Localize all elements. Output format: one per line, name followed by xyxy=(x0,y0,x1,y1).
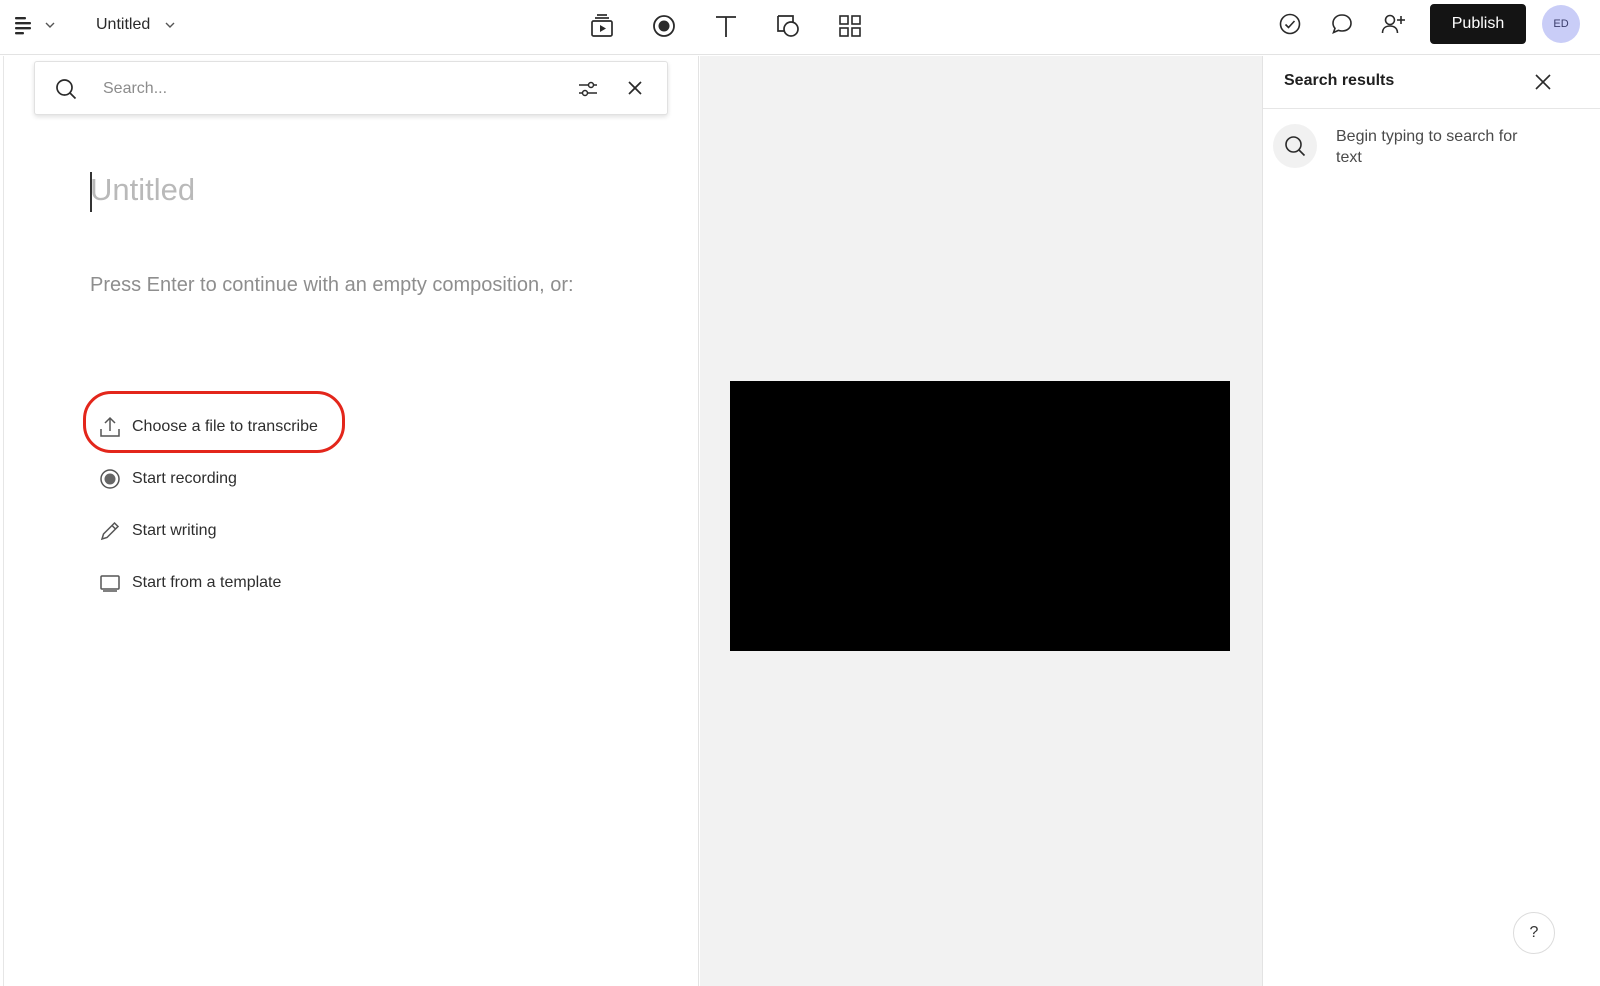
record-icon xyxy=(651,13,677,39)
search-bar xyxy=(34,61,668,115)
text-caret xyxy=(90,172,92,212)
option-label: Start recording xyxy=(132,470,237,487)
filter-button[interactable] xyxy=(577,78,599,100)
start-recording-option[interactable]: Start recording xyxy=(98,453,318,505)
text-button[interactable] xyxy=(710,10,742,42)
close-panel-button[interactable] xyxy=(1533,72,1553,92)
search-results-header: Search results xyxy=(1263,56,1600,109)
add-user-icon xyxy=(1381,12,1407,36)
pencil-icon xyxy=(98,519,122,543)
close-search-button[interactable] xyxy=(625,78,645,98)
doc-title-button[interactable]: Untitled xyxy=(96,12,176,38)
comment-icon xyxy=(1330,12,1354,36)
avatar[interactable]: ED xyxy=(1542,5,1580,43)
check-circle-icon xyxy=(1278,12,1302,36)
choose-file-option[interactable]: Choose a file to transcribe xyxy=(98,401,318,453)
record-icon xyxy=(98,467,122,491)
search-input[interactable] xyxy=(103,75,563,103)
close-icon xyxy=(1535,74,1551,90)
text-icon xyxy=(713,13,739,39)
search-results-title: Search results xyxy=(1284,72,1395,89)
comments-button[interactable] xyxy=(1326,8,1358,40)
empty-composition-hint: Press Enter to continue with an empty co… xyxy=(90,274,574,296)
grid-icon xyxy=(838,14,862,38)
help-button[interactable]: ? xyxy=(1513,912,1555,954)
scenes-button[interactable] xyxy=(586,10,618,42)
option-label: Choose a file to transcribe xyxy=(132,418,318,435)
template-icon xyxy=(98,571,122,595)
sliders-icon xyxy=(579,81,597,97)
search-icon xyxy=(55,78,77,100)
doc-heading-input[interactable]: Untitled xyxy=(90,172,195,214)
upload-icon xyxy=(98,415,122,439)
option-label: Start writing xyxy=(132,522,217,539)
editor-panel: Untitled Press Enter to continue with an… xyxy=(3,56,699,986)
start-options: Choose a file to transcribe Start record… xyxy=(98,401,318,609)
start-from-template-option[interactable]: Start from a template xyxy=(98,557,318,609)
app-menu-button[interactable] xyxy=(14,12,56,38)
scenes-icon xyxy=(589,13,615,39)
shapes-icon xyxy=(775,13,801,39)
invite-button[interactable] xyxy=(1378,8,1410,40)
chevron-down-icon xyxy=(44,19,56,31)
option-label: Start from a template xyxy=(132,574,282,591)
record-button[interactable] xyxy=(648,10,680,42)
doc-title: Untitled xyxy=(96,16,151,33)
header-actions: Publish ED xyxy=(1274,4,1580,44)
grid-button[interactable] xyxy=(834,10,866,42)
search-results-empty-state: Begin typing to search for text xyxy=(1273,124,1546,168)
search-results-empty-text: Begin typing to search for text xyxy=(1336,128,1518,166)
close-icon xyxy=(628,81,642,95)
top-bar: Untitled Publish ED xyxy=(0,0,1600,55)
start-writing-option[interactable]: Start writing xyxy=(98,505,318,557)
chevron-down-icon xyxy=(164,19,176,31)
shapes-button[interactable] xyxy=(772,10,804,42)
video-preview[interactable] xyxy=(730,381,1230,651)
toolbar xyxy=(586,10,866,42)
search-results-panel: Search results Begin typing to search fo… xyxy=(1262,56,1600,986)
app-logo-icon xyxy=(14,15,34,35)
search-icon xyxy=(1273,124,1317,168)
review-button[interactable] xyxy=(1274,8,1306,40)
publish-button[interactable]: Publish xyxy=(1430,4,1526,44)
canvas-area xyxy=(700,56,1262,986)
